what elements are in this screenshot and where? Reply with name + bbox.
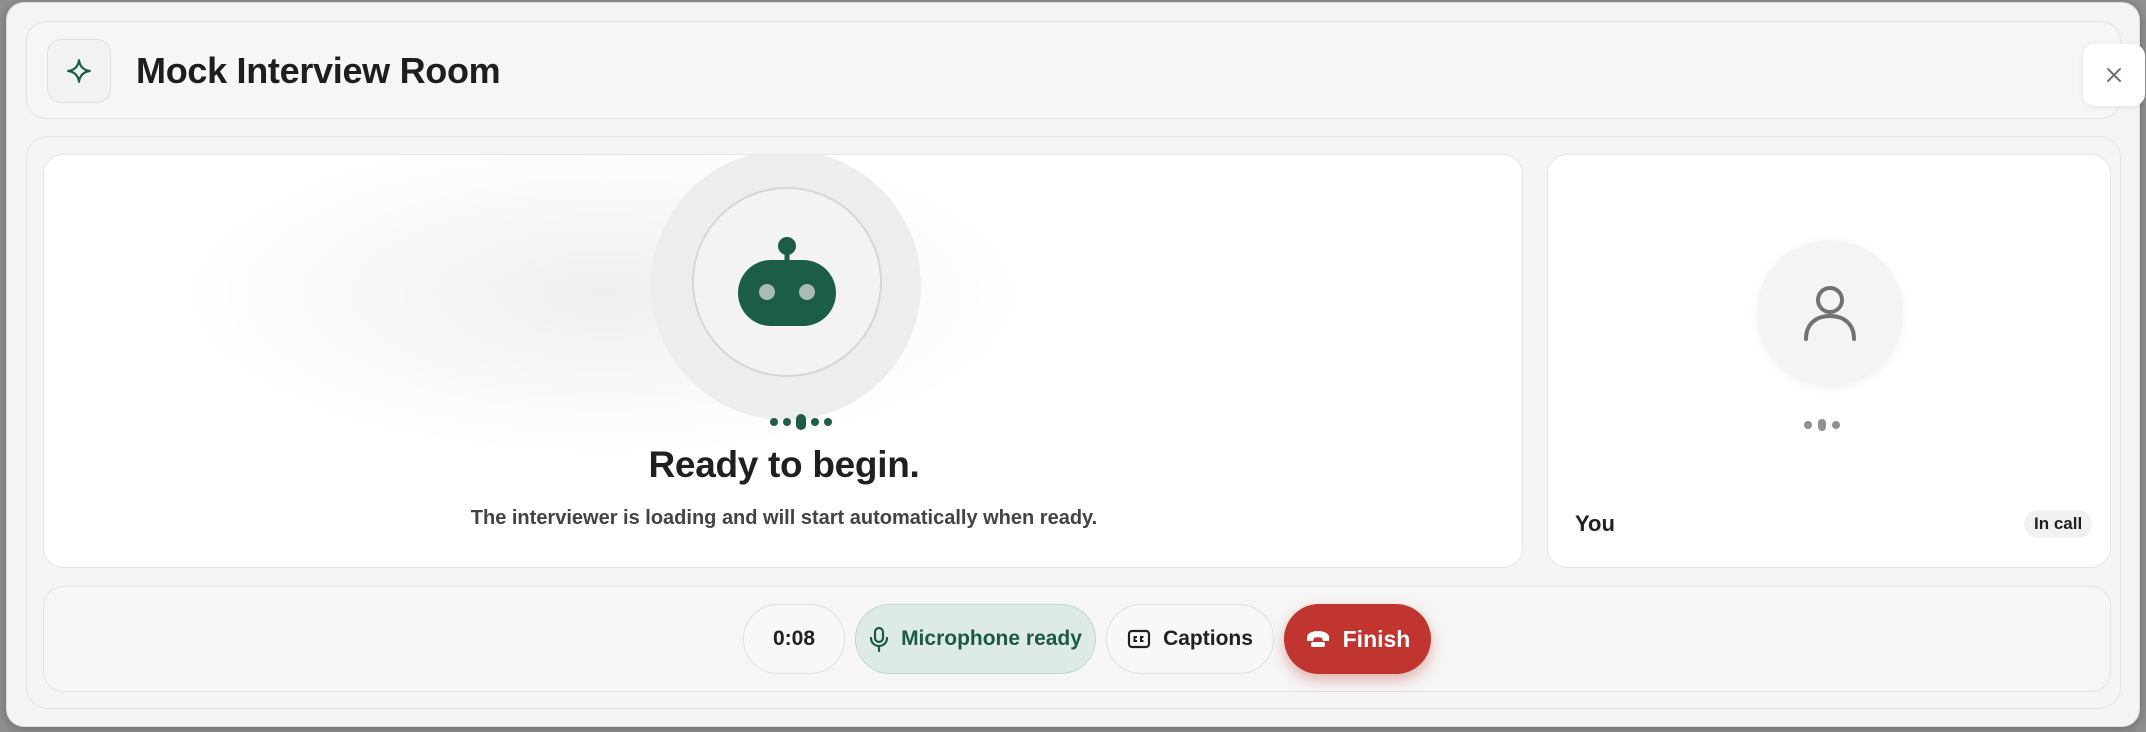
- captions-button[interactable]: Captions: [1106, 604, 1274, 674]
- participant-panel: You In call: [1547, 154, 2111, 568]
- page-title: Mock Interview Room: [136, 50, 501, 91]
- hang-up-icon: [1306, 631, 1329, 647]
- status-badge: In call: [2024, 510, 2093, 538]
- call-timer: 0:08: [743, 604, 845, 674]
- interviewer-avatar: [692, 187, 882, 377]
- microphone-icon: [869, 626, 889, 652]
- interviewer-panel: Ready to begin. The interviewer is loadi…: [43, 154, 1523, 568]
- microphone-button[interactable]: Microphone ready: [855, 604, 1096, 674]
- closed-captions-icon: [1127, 629, 1151, 649]
- captions-label: Captions: [1163, 627, 1253, 650]
- finish-button[interactable]: Finish: [1284, 604, 1431, 674]
- speaking-indicator: [770, 414, 832, 430]
- robot-icon: [738, 237, 836, 326]
- interview-modal: Mock Interview Room Ready to begin. The …: [6, 2, 2145, 727]
- call-timer-value: 0:08: [772, 627, 816, 650]
- participant-name: You: [1575, 511, 1615, 536]
- interviewer-status-subtitle: The interviewer is loading and will star…: [470, 507, 1098, 529]
- close-icon: [2107, 68, 2121, 82]
- microphone-label: Microphone ready: [901, 627, 1082, 650]
- participant-audio-indicator: [1804, 418, 1840, 432]
- call-stage: Ready to begin. The interviewer is loadi…: [26, 136, 2121, 709]
- user-icon: [1804, 286, 1856, 341]
- call-controls-bar: 0:08 Microphone ready Captions Finish: [43, 586, 2111, 692]
- participant-avatar: [1757, 240, 1903, 386]
- close-button[interactable]: [2083, 44, 2145, 106]
- interviewer-status-title: Ready to begin.: [648, 444, 920, 485]
- finish-label: Finish: [1342, 625, 1411, 652]
- modal-header: Mock Interview Room: [26, 21, 2145, 119]
- sparkle-icon: [47, 39, 111, 103]
